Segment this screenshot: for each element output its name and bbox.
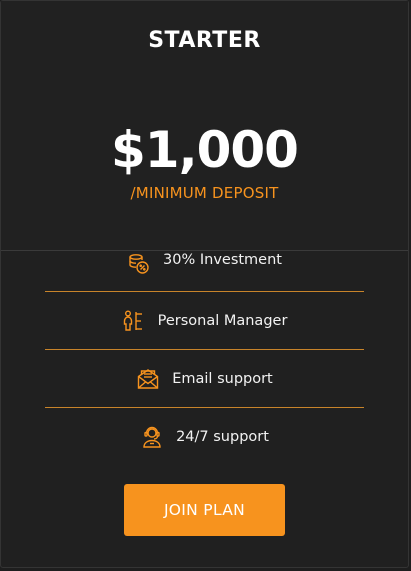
pricing-card: STARTER $1,000 /MINIMUM DEPOSIT 30% Inve… [0, 0, 409, 568]
coins-percent-icon [127, 252, 151, 276]
manager-icon [122, 309, 146, 333]
feature-item-support: 24/7 support [45, 408, 364, 466]
plan-price: $1,000 [111, 121, 299, 179]
email-icon [136, 367, 160, 391]
pricing-header: STARTER $1,000 /MINIMUM DEPOSIT [1, 1, 408, 251]
feature-label: 24/7 support [176, 429, 269, 445]
join-plan-button[interactable]: JOIN PLAN [124, 484, 285, 536]
plan-title: STARTER [148, 28, 261, 53]
feature-label: Email support [172, 370, 273, 387]
feature-label: Personal Manager [157, 312, 288, 329]
feature-item-manager: Personal Manager [45, 292, 364, 350]
feature-item-investment: 30% Investment [45, 249, 364, 292]
support-agent-icon [140, 425, 164, 449]
feature-list: 30% Investment Personal Manager Email su… [45, 249, 364, 466]
feature-label: 30% Investment [163, 252, 282, 268]
price-caption: /MINIMUM DEPOSIT [130, 184, 279, 202]
feature-item-email: Email support [45, 350, 364, 408]
